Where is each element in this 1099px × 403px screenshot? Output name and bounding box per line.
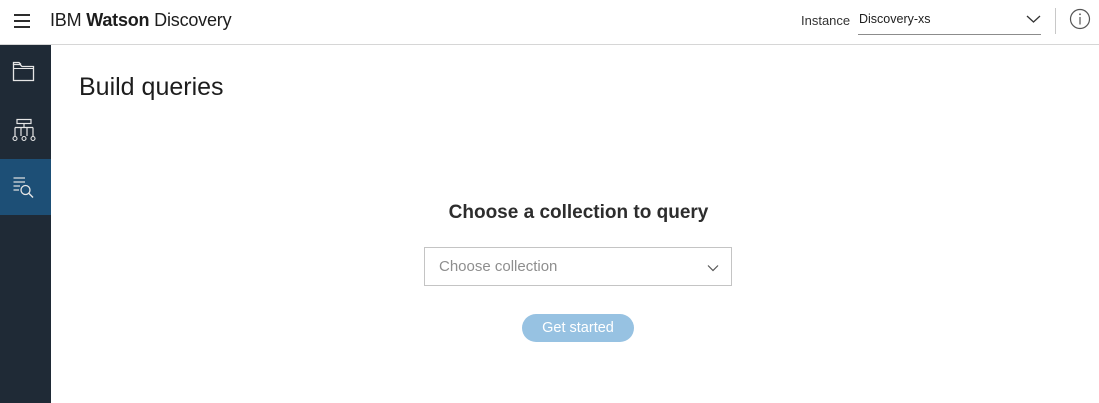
instance-value: Discovery-xs [859,12,931,26]
sidebar [0,45,51,403]
get-started-button[interactable]: Get started [522,314,634,342]
header-divider [1055,8,1056,34]
hamburger-menu-icon[interactable] [14,12,32,30]
brand-watson: Watson [86,10,150,30]
choose-collection-heading: Choose a collection to query [448,202,709,223]
collection-select[interactable]: Choose collection [424,247,732,286]
folder-icon [12,61,35,82]
chevron-down-icon [707,260,719,278]
brand-product: Discovery [154,10,232,30]
product-brand: IBM Watson Discovery [50,10,232,31]
info-icon[interactable] [1069,8,1091,30]
instance-select[interactable]: Discovery-xs [858,6,1041,35]
top-bar: IBM Watson Discovery Instance Discovery-… [0,0,1099,45]
page-title: Build queries [79,73,224,101]
instance-label: Instance [801,13,851,28]
query-search-icon [13,177,34,198]
collection-placeholder: Choose collection [439,258,558,275]
hierarchy-icon [12,118,36,142]
chevron-down-icon [1026,11,1041,29]
sidebar-item-build[interactable] [0,102,51,158]
sidebar-item-manage-data[interactable] [0,45,51,101]
brand-ibm: IBM [50,10,82,30]
